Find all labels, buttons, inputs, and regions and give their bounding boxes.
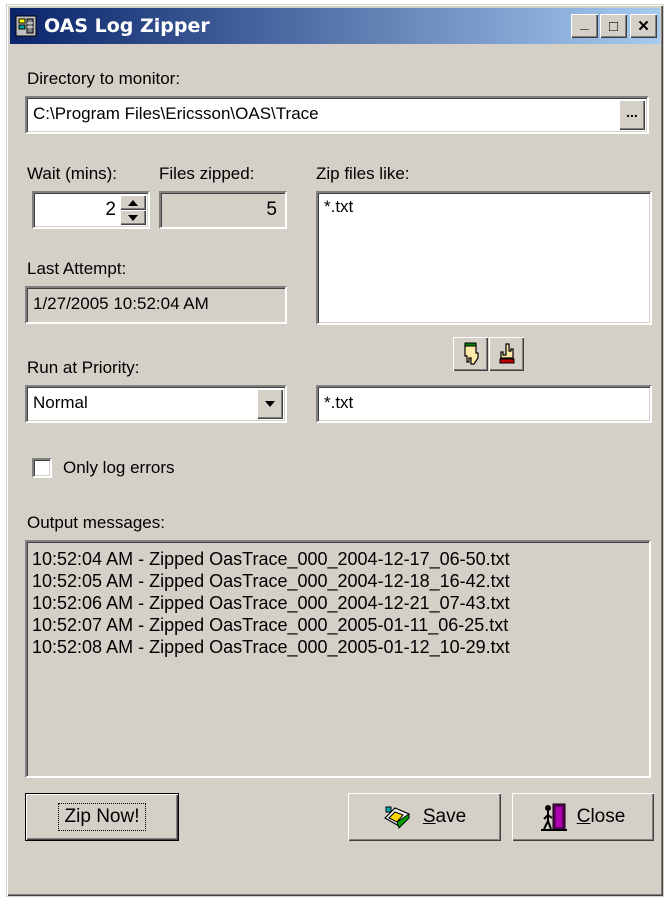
save-label: Save (423, 806, 466, 828)
output-lines: 10:52:04 AM - Zipped OasTrace_000_2004-1… (32, 548, 510, 658)
close-label-rest: lose (590, 806, 626, 827)
output-messages-box[interactable]: 10:52:04 AM - Zipped OasTrace_000_2004-1… (25, 540, 651, 778)
window-title: OAS Log Zipper (44, 15, 210, 37)
new-pattern-value: *.txt (324, 393, 354, 412)
save-button[interactable]: Save (348, 793, 501, 841)
files-zipped-value: 5 (266, 199, 277, 220)
close-window-button[interactable]: ✕ (630, 14, 657, 38)
only-log-errors-label[interactable]: Only log errors (63, 458, 174, 478)
wait-spinner[interactable]: 2 (32, 191, 150, 229)
directory-label: Directory to monitor: (27, 69, 181, 88)
spinner-down-button[interactable] (120, 210, 146, 225)
door-exit-icon (540, 803, 567, 831)
output-line: 10:52:07 AM - Zipped OasTrace_000_2005-0… (32, 615, 509, 635)
close-hotkey: C (576, 806, 591, 827)
arrow-down-icon (128, 214, 138, 221)
list-item[interactable]: *.txt (324, 197, 353, 217)
remove-pattern-button[interactable] (489, 337, 524, 371)
priority-select[interactable]: Normal (25, 385, 287, 423)
maximize-button[interactable]: □ (600, 14, 627, 38)
browse-ellipsis-icon: ... (626, 104, 638, 120)
output-line: 10:52:06 AM - Zipped OasTrace_000_2004-1… (32, 593, 510, 613)
zip-files-like-label: Zip files like: (316, 164, 410, 183)
save-label-rest: ave (435, 806, 467, 827)
hand-down-icon (463, 342, 479, 365)
close-label: Close (577, 806, 626, 828)
chevron-down-icon (265, 401, 275, 407)
priority-value: Normal (33, 393, 88, 412)
last-attempt-label: Last Attempt: (27, 259, 127, 278)
output-label: Output messages: (27, 513, 165, 532)
spinner-up-button[interactable] (120, 195, 146, 210)
hand-up-icon (499, 343, 514, 364)
browse-button[interactable]: ... (619, 100, 645, 130)
files-zipped-label: Files zipped: (159, 164, 255, 183)
priority-label: Run at Priority: (27, 358, 140, 377)
zip-now-button[interactable]: Zip Now! (25, 793, 179, 841)
wait-label: Wait (mins): (27, 164, 118, 183)
only-log-errors-checkbox[interactable] (32, 458, 52, 478)
output-line: 10:52:04 AM - Zipped OasTrace_000_2004-1… (32, 549, 510, 569)
wait-value: 2 (105, 199, 116, 220)
zip-now-label: Zip Now! (57, 803, 147, 831)
zip-patterns-list[interactable]: *.txt (316, 191, 652, 325)
add-pattern-button[interactable] (453, 337, 488, 371)
priority-dropdown-button[interactable] (257, 389, 283, 419)
minimize-button[interactable]: _ (571, 14, 598, 38)
last-attempt-value: 1/27/2005 10:52:04 AM (33, 294, 209, 313)
minimize-icon: _ (580, 14, 589, 32)
save-hotkey: S (422, 806, 436, 827)
close-button[interactable]: Close (512, 793, 654, 841)
arrow-up-icon (128, 199, 138, 206)
directory-input[interactable]: C:\Program Files\Ericsson\OAS\Trace ... (25, 96, 649, 134)
files-zipped-field: 5 (159, 191, 287, 229)
last-attempt-field: 1/27/2005 10:52:04 AM (25, 286, 287, 324)
new-pattern-input[interactable]: *.txt (316, 385, 652, 423)
title-bar[interactable]: OAS Log Zipper _ □ ✕ (10, 8, 660, 44)
app-window: OAS Log Zipper _ □ ✕ Directory to monito… (6, 4, 664, 897)
output-line: 10:52:05 AM - Zipped OasTrace_000_2004-1… (32, 571, 510, 591)
maximize-icon: □ (608, 17, 619, 35)
save-icon (383, 806, 410, 829)
output-line: 10:52:08 AM - Zipped OasTrace_000_2005-0… (32, 637, 510, 657)
directory-value: C:\Program Files\Ericsson\OAS\Trace (33, 104, 319, 123)
app-icon[interactable] (14, 14, 38, 38)
close-icon: ✕ (637, 18, 650, 35)
